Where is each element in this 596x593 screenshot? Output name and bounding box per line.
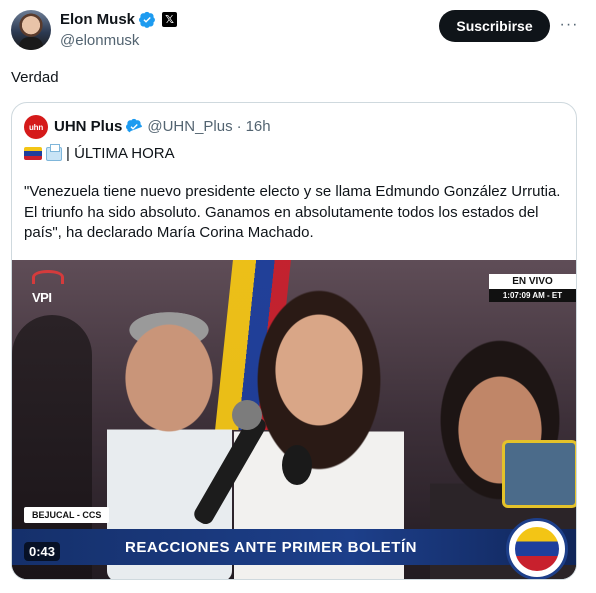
quoted-tweet[interactable]: uhn UHN Plus @UHN_Plus · 16h | ÚLTIMA HO… [11, 102, 577, 580]
author-avatar[interactable] [11, 10, 51, 50]
venezuela-flag-icon [24, 147, 42, 160]
live-time: 1:07:09 AM - ET [489, 289, 576, 302]
tweet-text: Verdad [11, 69, 59, 86]
quote-headline: | ÚLTIMA HORA [66, 145, 175, 162]
ballot-box-icon [46, 143, 62, 161]
location-label: BEJUCAL - CCS [24, 507, 110, 523]
channel-logo-ring [32, 270, 64, 284]
quote-handle[interactable]: @UHN_Plus [147, 118, 232, 135]
subscribe-button[interactable]: Suscribirse [439, 10, 550, 42]
tweet: Elon Musk 𝕏 @elonmusk Suscribirse ··· Ve… [0, 0, 596, 593]
quote-display-name[interactable]: UHN Plus [54, 118, 122, 135]
microphone-image [282, 445, 312, 485]
quote-header: UHN Plus @UHN_Plus · 16h [54, 118, 271, 135]
author-display-name[interactable]: Elon Musk [60, 11, 135, 28]
phone-image [502, 440, 576, 508]
author-name-row: Elon Musk 𝕏 [60, 11, 178, 28]
more-options-icon[interactable]: ··· [558, 14, 580, 36]
quote-avatar[interactable]: uhn [24, 115, 48, 139]
video-player[interactable]: VPI EN VIVO 1:07:09 AM - ET BEJUCAL - CC… [12, 260, 576, 579]
video-duration: 0:43 [24, 542, 61, 561]
author-handle[interactable]: @elonmusk [60, 32, 139, 49]
live-label: EN VIVO [489, 274, 576, 289]
quote-body-text: "Venezuela tiene nuevo presidente electo… [24, 183, 561, 241]
quote-timestamp[interactable]: 16h [246, 118, 271, 135]
live-indicator: EN VIVO 1:07:09 AM - ET [489, 274, 576, 302]
affiliate-x-icon: 𝕏 [162, 12, 178, 27]
elections-badge-icon [506, 518, 568, 579]
channel-logo: VPI [32, 290, 52, 305]
quote-separator: · [236, 118, 242, 135]
microphone-head-image [232, 400, 262, 430]
verified-icon [139, 11, 155, 28]
lower-third-headline: REACCIONES ANTE PRIMER BOLETÍN [125, 539, 417, 556]
verified-icon [126, 118, 143, 133]
quote-headline-row: | ÚLTIMA HORA [24, 143, 175, 162]
